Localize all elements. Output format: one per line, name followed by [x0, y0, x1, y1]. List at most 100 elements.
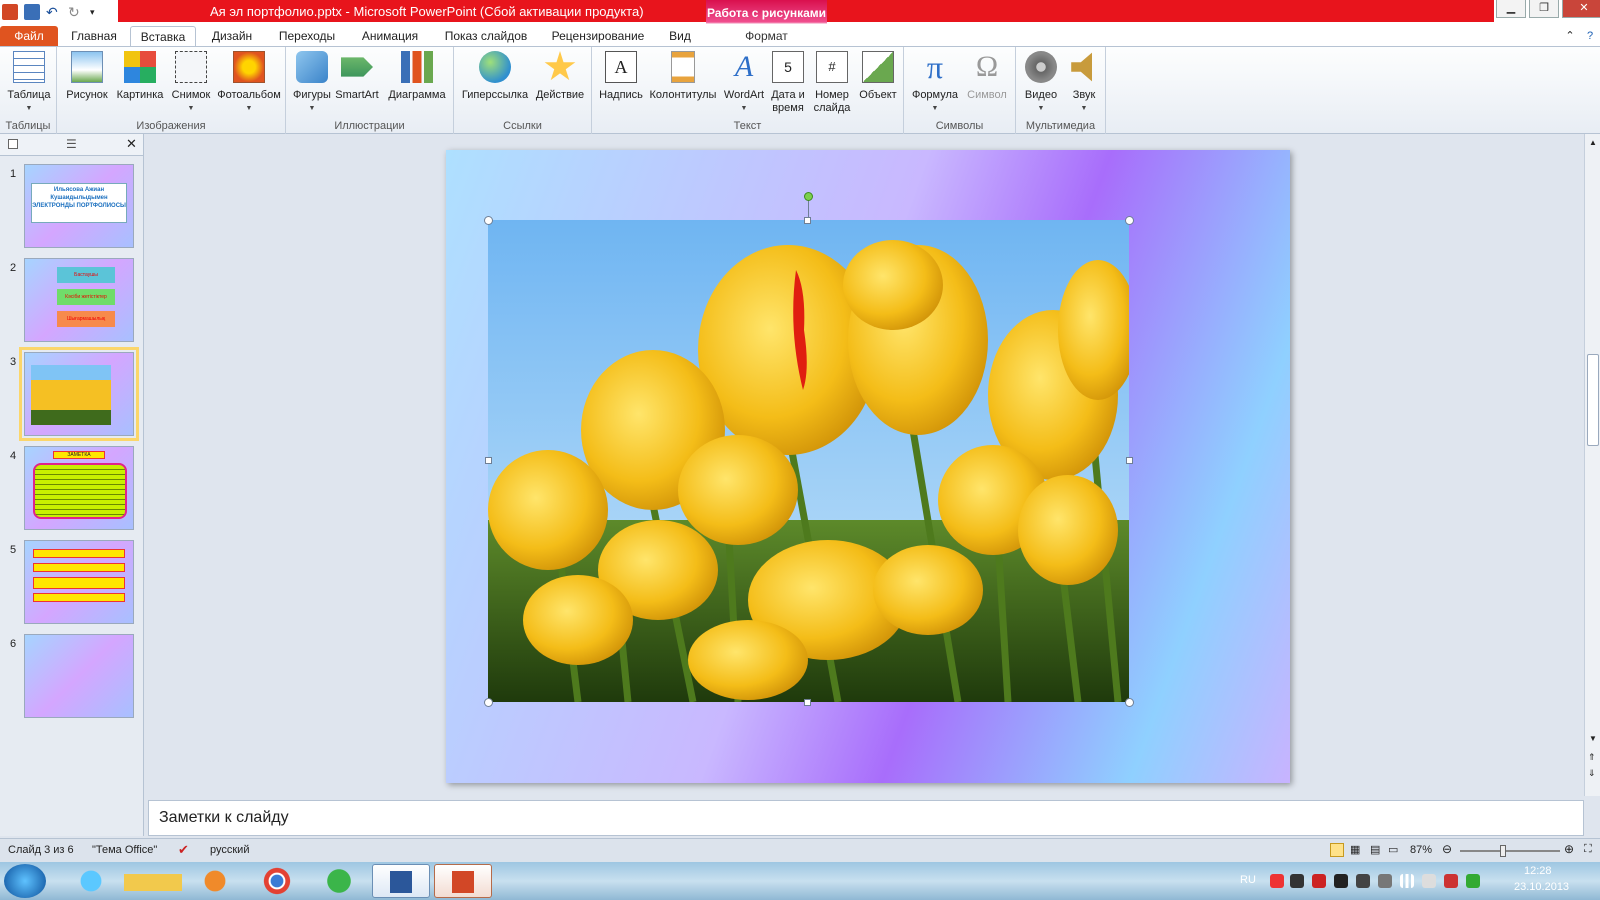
- tray-icon-mail[interactable]: [1270, 874, 1284, 888]
- tulips-picture[interactable]: [488, 220, 1129, 702]
- network-icon[interactable]: [1400, 874, 1414, 888]
- resize-handle-n[interactable]: [804, 217, 811, 224]
- volume-icon[interactable]: [1422, 874, 1436, 888]
- object-button[interactable]: Объект: [856, 51, 900, 102]
- minimize-ribbon-icon[interactable]: ⌃: [1562, 26, 1578, 47]
- slide-thumbnail-5[interactable]: [24, 540, 134, 624]
- shapes-button[interactable]: Фигуры ▼: [292, 51, 332, 115]
- tray-icon-app[interactable]: [1356, 874, 1370, 888]
- resize-handle-ne[interactable]: [1125, 216, 1134, 225]
- tab-review[interactable]: Рецензирование: [544, 26, 652, 47]
- resize-handle-se[interactable]: [1125, 698, 1134, 707]
- tray-icon-sync[interactable]: [1378, 874, 1392, 888]
- zoom-slider[interactable]: [1460, 845, 1560, 857]
- clock-time[interactable]: 12:28: [1524, 865, 1552, 877]
- slide-thumbnail-1[interactable]: Ильясова Ажиан Кушаидылыдымен ЭЛЕКТРОНДЫ…: [24, 164, 134, 248]
- language-indicator[interactable]: русский: [210, 844, 249, 856]
- tab-insert[interactable]: Вставка: [130, 26, 196, 47]
- slidenumber-button[interactable]: # Номер слайда: [810, 51, 854, 115]
- outline-view-tab-icon[interactable]: ☰: [66, 137, 77, 151]
- media-player-icon[interactable]: [186, 864, 244, 898]
- slide-thumbnail-2[interactable]: Бастаушы Кәсіби жетістіктер Шығармашылық: [24, 258, 134, 342]
- datetime-button[interactable]: 5 Дата и время: [768, 51, 808, 115]
- zoom-slider-thumb[interactable]: [1499, 845, 1506, 857]
- restore-button[interactable]: ❐: [1529, 0, 1559, 18]
- file-explorer-icon[interactable]: [124, 864, 182, 898]
- word-taskbar-icon[interactable]: [372, 864, 430, 898]
- mail-agent-icon[interactable]: [310, 864, 368, 898]
- scroll-thumb[interactable]: [1587, 354, 1599, 446]
- zoom-out-icon[interactable]: ⊖: [1442, 842, 1452, 856]
- save-icon[interactable]: [24, 4, 40, 20]
- action-center-icon[interactable]: [1444, 874, 1458, 888]
- zoom-in-icon[interactable]: ⊕: [1564, 842, 1574, 856]
- previous-slide-icon[interactable]: ⇑: [1588, 752, 1596, 763]
- hyperlink-button[interactable]: Гиперссылка: [460, 51, 530, 102]
- chrome-icon[interactable]: [248, 864, 306, 898]
- notes-pane[interactable]: Заметки к слайду: [148, 800, 1584, 836]
- start-button[interactable]: [4, 864, 46, 898]
- tab-design[interactable]: Дизайн: [202, 26, 262, 47]
- video-button[interactable]: Видео ▼: [1020, 51, 1062, 115]
- photoalbum-button[interactable]: Фотоальбом ▼: [215, 51, 283, 115]
- theme-name[interactable]: "Тема Office": [92, 844, 157, 856]
- resize-handle-s[interactable]: [804, 699, 811, 706]
- spellcheck-icon[interactable]: ✔: [178, 842, 189, 858]
- wordart-button[interactable]: A WordArt ▼: [722, 51, 766, 115]
- resize-handle-nw[interactable]: [484, 216, 493, 225]
- symbol-button[interactable]: Ω Символ: [962, 51, 1012, 102]
- zoom-level[interactable]: 87%: [1410, 844, 1432, 856]
- normal-view-icon[interactable]: [1330, 843, 1344, 857]
- tab-animation[interactable]: Анимация: [352, 26, 428, 47]
- undo-icon[interactable]: ↶: [46, 4, 62, 20]
- slide-thumbnail-3-selected[interactable]: [19, 347, 139, 441]
- tab-view[interactable]: Вид: [660, 26, 700, 47]
- tab-slideshow[interactable]: Показ слайдов: [436, 26, 536, 47]
- smartart-button[interactable]: SmartArt: [332, 51, 382, 102]
- clock-date[interactable]: 23.10.2013: [1514, 881, 1569, 893]
- tray-icon-app[interactable]: [1290, 874, 1304, 888]
- redo-icon[interactable]: ↻: [68, 4, 84, 20]
- next-slide-icon[interactable]: ⇓: [1588, 768, 1596, 779]
- minimize-button[interactable]: ▁: [1496, 0, 1526, 18]
- close-button[interactable]: ✕: [1562, 0, 1600, 18]
- tray-icon-check[interactable]: [1466, 874, 1480, 888]
- tab-file[interactable]: Файл: [0, 26, 58, 47]
- audio-button[interactable]: Звук ▼: [1064, 51, 1104, 115]
- slide-thumbnail-6[interactable]: [24, 634, 134, 718]
- headerfooter-button[interactable]: Колонтитулы: [646, 51, 720, 102]
- close-pane-icon[interactable]: ✕: [126, 136, 137, 152]
- resize-handle-e[interactable]: [1126, 457, 1133, 464]
- customize-toolbar-icon[interactable]: ▾: [90, 4, 106, 20]
- textbox-button[interactable]: A Надпись: [598, 51, 644, 102]
- scroll-down-icon[interactable]: ▼: [1589, 734, 1597, 743]
- equation-button[interactable]: π Формула ▼: [908, 51, 962, 115]
- powerpoint-taskbar-icon[interactable]: [434, 864, 492, 898]
- slide-thumbnail-4[interactable]: ЗАМЕТКА: [24, 446, 134, 530]
- resize-handle-w[interactable]: [485, 457, 492, 464]
- clipart-button[interactable]: Картинка: [113, 51, 167, 102]
- slides-view-tab-icon[interactable]: [8, 139, 18, 149]
- help-icon[interactable]: ?: [1582, 26, 1598, 47]
- chart-button[interactable]: Диаграмма: [384, 51, 450, 102]
- fit-slide-icon[interactable]: ⛶: [1584, 843, 1592, 856]
- slide-sorter-icon[interactable]: ▦: [1350, 843, 1360, 856]
- table-button[interactable]: Таблица ▼: [4, 51, 54, 115]
- internet-explorer-icon[interactable]: [62, 864, 120, 898]
- tab-format[interactable]: Формат: [706, 26, 827, 47]
- input-language[interactable]: RU: [1240, 874, 1256, 886]
- screenshot-button[interactable]: Снимок ▼: [167, 51, 215, 115]
- resize-handle-sw[interactable]: [484, 698, 493, 707]
- scroll-up-icon[interactable]: ▲: [1589, 138, 1597, 147]
- rotate-handle[interactable]: [804, 192, 813, 201]
- slideshow-view-icon[interactable]: ▭: [1388, 843, 1398, 856]
- tray-icon-shield[interactable]: [1312, 874, 1326, 888]
- tab-transitions[interactable]: Переходы: [270, 26, 344, 47]
- powerpoint-app-icon[interactable]: [2, 4, 18, 20]
- picture-button[interactable]: Рисунок: [63, 51, 111, 102]
- tray-icon-app[interactable]: [1334, 874, 1348, 888]
- tab-home[interactable]: Главная: [64, 26, 124, 47]
- action-button[interactable]: Действие: [532, 51, 588, 102]
- reading-view-icon[interactable]: ▤: [1370, 843, 1380, 856]
- vertical-scrollbar[interactable]: ▲ ▼ ⇑ ⇓: [1584, 134, 1600, 796]
